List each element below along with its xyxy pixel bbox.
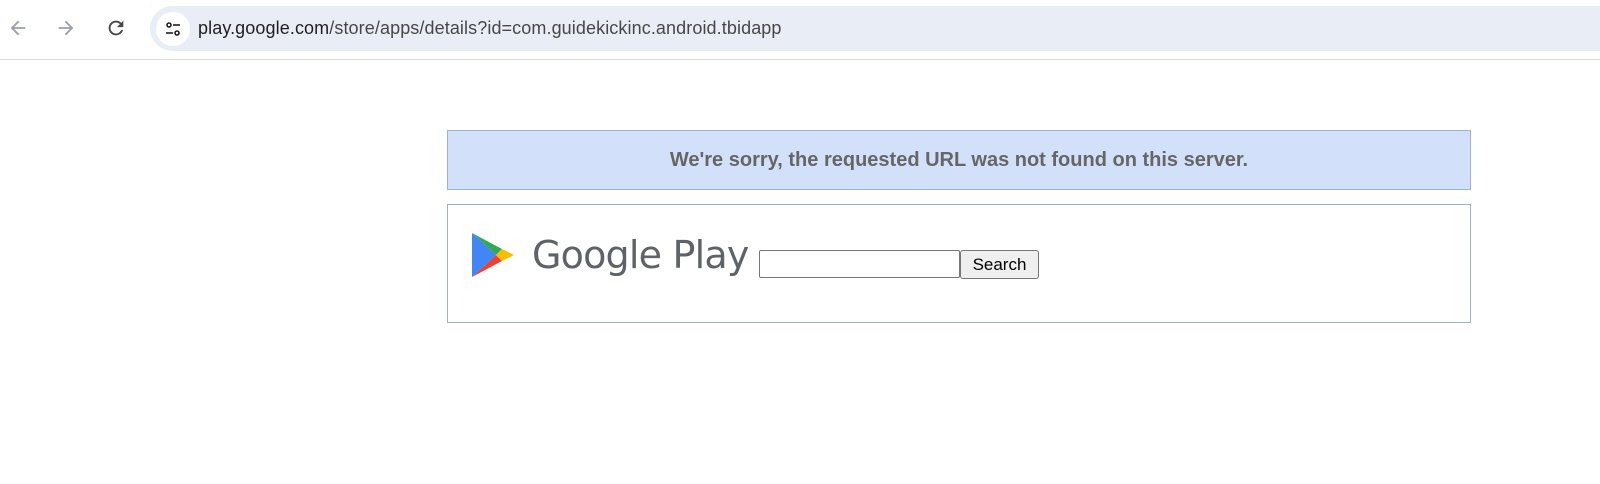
search-button[interactable]: Search bbox=[960, 250, 1039, 279]
back-button[interactable] bbox=[2, 12, 34, 44]
tune-icon bbox=[166, 22, 180, 36]
reload-icon bbox=[108, 20, 124, 36]
url-host: play.google.com bbox=[198, 18, 330, 38]
browser-toolbar: play.google.com/store/apps/details?id=co… bbox=[0, 0, 1600, 60]
url-text[interactable]: play.google.com/store/apps/details?id=co… bbox=[198, 6, 782, 51]
url-path: /store/apps/details?id=com.guidekickinc.… bbox=[329, 18, 782, 38]
arrow-right-icon bbox=[58, 20, 74, 36]
address-bar[interactable]: play.google.com/store/apps/details?id=co… bbox=[150, 6, 1600, 51]
google-play-wordmark: Google Play bbox=[532, 233, 749, 277]
reload-button[interactable] bbox=[100, 12, 132, 44]
google-play-logo[interactable]: Google Play bbox=[470, 229, 749, 281]
forward-button[interactable] bbox=[50, 12, 82, 44]
search-panel: Google Play Search bbox=[447, 204, 1471, 323]
google-play-icon bbox=[472, 233, 514, 277]
error-message: We're sorry, the requested URL was not f… bbox=[669, 148, 1249, 171]
search-input[interactable] bbox=[759, 250, 960, 278]
error-banner: We're sorry, the requested URL was not f… bbox=[447, 130, 1471, 190]
site-info-button[interactable] bbox=[156, 12, 190, 46]
arrow-left-icon bbox=[10, 20, 26, 36]
page-content: We're sorry, the requested URL was not f… bbox=[0, 61, 1600, 484]
